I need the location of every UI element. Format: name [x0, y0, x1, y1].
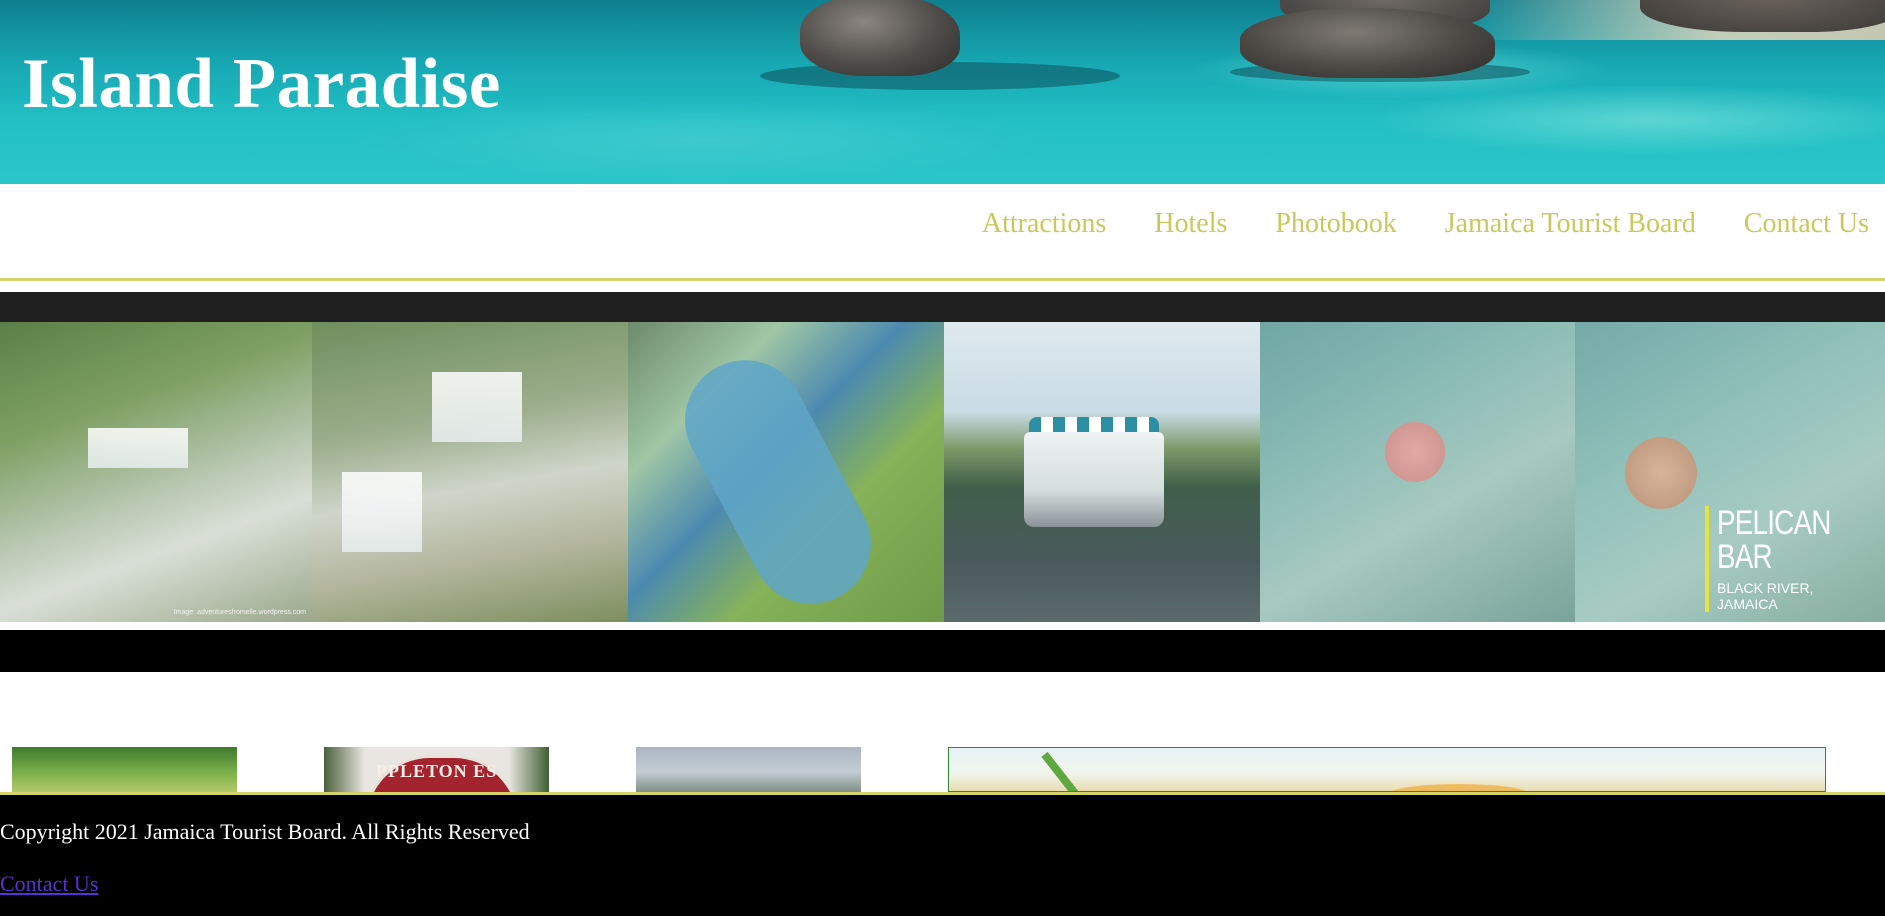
gallery-top-band [0, 292, 1885, 322]
main-nav: Attractions Hotels Photobook Jamaica Tou… [0, 184, 1885, 281]
nav-link-attractions[interactable]: Attractions [982, 208, 1106, 239]
waterfall-shape [432, 372, 522, 442]
nav-item-contact: Contact Us [1744, 208, 1869, 240]
nav-item-attractions: Attractions [982, 208, 1106, 240]
sunset-glow [1389, 784, 1529, 791]
gallery-image-waterfall-forest[interactable]: Image: adventuresfromelle.wordpress.com [0, 322, 312, 622]
hut-roof [1625, 437, 1697, 509]
gallery-image-reef-hut[interactable] [1260, 322, 1575, 622]
nav-link-tourist-board[interactable]: Jamaica Tourist Board [1445, 208, 1696, 239]
pelican-bar-title: PELICAN BAR [1717, 504, 1831, 576]
boulder [1240, 8, 1495, 78]
gallery-image-ys-falls[interactable] [312, 322, 628, 622]
nav-item-photobook: Photobook [1275, 208, 1396, 240]
photo-gallery: Image: adventuresfromelle.wordpress.com … [0, 322, 1885, 622]
hut-roof [1385, 422, 1445, 482]
header-banner: Island Paradise [0, 0, 1885, 184]
thumbnail-mountains[interactable] [636, 747, 861, 792]
site-footer: Copyright 2021 Jamaica Tourist Board. Al… [0, 792, 1885, 916]
copyright-text: Copyright 2021 Jamaica Tourist Board. Al… [0, 819, 530, 844]
nav-link-contact[interactable]: Contact Us [1744, 208, 1869, 239]
boulder [800, 0, 960, 76]
pelican-bar-caption: PELICAN BAR BLACK RIVER, JAMAICA [1705, 506, 1877, 612]
image-credit: Image: adventuresfromelle.wordpress.com [173, 609, 306, 616]
gallery-image-river-boat[interactable] [944, 322, 1260, 622]
waterfall-shape [342, 472, 422, 552]
featured-image-beach[interactable] [948, 747, 1826, 792]
thumbnail-appleton-estate[interactable]: PPLETON ES [324, 747, 549, 792]
gallery-image-pelican-bar[interactable]: PELICAN BAR BLACK RIVER, JAMAICA [1575, 322, 1885, 622]
gallery-bottom-band [0, 630, 1885, 672]
pelican-bar-subtitle: BLACK RIVER, JAMAICA [1717, 580, 1814, 612]
gallery-image-resort-pool[interactable] [628, 322, 944, 622]
nav-item-tourist-board: Jamaica Tourist Board [1445, 208, 1696, 240]
nav-link-hotels[interactable]: Hotels [1154, 208, 1227, 239]
waterfall-shape [88, 428, 188, 468]
boat-hull [1024, 432, 1164, 527]
pool-shape [663, 339, 893, 622]
attraction-thumbnails: PPLETON ES [0, 747, 1885, 792]
nav-list: Attractions Hotels Photobook Jamaica Tou… [982, 208, 1869, 240]
page: Island Paradise Attractions Hotels Photo… [0, 0, 1885, 916]
thumbnail-rainforest[interactable] [12, 747, 237, 792]
footer-contact-link[interactable]: Contact Us [0, 871, 98, 897]
nav-link-photobook[interactable]: Photobook [1275, 208, 1396, 239]
nav-item-hotels: Hotels [1154, 208, 1227, 240]
palm-leaf [1041, 751, 1085, 791]
site-title: Island Paradise [22, 45, 501, 123]
estate-sign-text: PPLETON ES [376, 761, 498, 781]
